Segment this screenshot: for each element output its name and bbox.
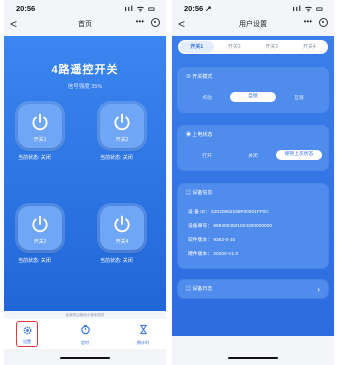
switch-1-label: 开关1 [33,137,47,143]
power-on-state-selector: 打开 关闭 保持上次状态 [184,148,322,162]
device-info-title: ▤ 设备信息 [186,190,213,196]
hourglass-icon [139,324,147,335]
control-panel: 4路遥控开关 信号强度 35% 开关1 当前状态: 关闭 开关2 当前状态: 关… [4,36,166,311]
clock-icon [80,324,90,335]
tab-settings-label: 设置 [23,339,31,344]
status-bar: 20:56 ↗ ııl ᯤ ▭ [172,0,334,14]
more-menu-button[interactable]: ••• [136,17,144,26]
settings-screen: 20:56 ↗ ııl ᯤ ▭ < 用户设置 ••• 开关1 开关2 开关3 开… [172,0,334,365]
close-capsule-button[interactable] [151,18,160,27]
status-icons: ııl ᯤ ▭ [124,4,156,13]
switch-1-status: 当前状态: 关闭 [18,155,51,161]
device-log-title: ▤ 设备日志 [186,286,213,292]
switch-2-status: 当前状态: 关闭 [100,155,133,161]
status-time: 20:56 [16,4,36,13]
tab-countdown[interactable]: 倒计时 [132,321,154,347]
power-on-state-card: ◉ 上电状态 打开 关闭 保持上次状态 [178,126,328,170]
power-icon [114,215,130,233]
switch-3-label: 开关3 [33,239,47,245]
mode-option-inching[interactable]: 点动 [184,94,230,101]
tab-timer[interactable]: 定时 [74,321,96,347]
power-icon [32,113,48,131]
software-version: 软件版本： 9362-0-10 [188,238,236,243]
more-menu-button[interactable]: ••• [304,17,312,26]
tab-switch-3[interactable]: 开关3 [253,43,291,50]
hardware-version: 硬件版本： 20200-V1.0 [188,252,239,257]
switch-2-label: 开关2 [115,137,129,143]
switch-mode-selector: 点动 自锁 互锁 [184,90,322,104]
home-indicator [60,356,110,359]
signal-strength: 信号强度 35% [67,84,103,90]
power-icon [32,215,48,233]
switch-1-button[interactable]: 开关1 [18,104,62,148]
device-info-card: ▤ 设备信息 设 备 ID： 52020862168F00001FF0C 设备串… [178,184,328,268]
switch-4-status: 当前状态: 关闭 [100,258,133,264]
state-option-on[interactable]: 打开 [184,152,230,159]
chevron-right-icon: › [317,285,320,294]
status-time: 20:56 ↗ [184,4,212,13]
gear-icon [23,326,31,335]
settings-panel: 开关1 开关2 开关3 开关4 ⊘ 开关模式 点动 自锁 互锁 ◉ 上电状态 打… [172,36,334,336]
switch-4-label: 开关4 [115,239,129,245]
tab-switch-1[interactable]: 开关1 [178,43,216,50]
switch-3-status: 当前状态: 关闭 [18,258,51,264]
panel-heading: 4路遥控开关 [51,64,119,76]
state-option-keep-last[interactable]: 保持上次状态 [275,150,322,160]
bottom-tab-bar: 设置 定时 倒计时 [4,319,166,349]
status-bar: 20:56 ııl ᯤ ▭ [4,0,166,14]
home-indicator [228,356,278,359]
switch-tabs: 开关1 开关2 开关3 开关4 [178,40,328,54]
home-screen: 20:56 ııl ᯤ ▭ < 首页 ••• 4路遥控开关 信号强度 35% 开… [4,0,166,365]
close-capsule-button[interactable] [319,18,328,27]
tab-timer-label: 定时 [81,340,89,345]
device-id: 设 备 ID： 52020862168F00001FF0C [188,210,269,215]
switch-4-button[interactable]: 开关4 [100,206,144,250]
switch-mode-title: ⊘ 开关模式 [186,74,213,80]
state-option-off[interactable]: 关闭 [230,152,276,159]
power-on-state-title: ◉ 上电状态 [186,132,213,138]
power-icon [114,113,130,131]
status-icons: ııl ᯤ ▭ [292,4,324,13]
nav-bar: < 首页 ••• [4,16,166,32]
mode-option-self-lock[interactable]: 自锁 [229,92,276,102]
switch-2-button[interactable]: 开关2 [100,104,144,148]
switch-mode-card: ⊘ 开关模式 点动 自锁 互锁 [178,68,328,112]
tab-switch-2[interactable]: 开关2 [216,43,254,50]
switch-3-button[interactable]: 开关3 [18,206,62,250]
mode-option-interlock[interactable]: 互锁 [276,94,322,101]
tab-countdown-label: 倒计时 [137,340,149,345]
tab-switch-4[interactable]: 开关4 [291,43,329,50]
device-serial: 设备串号： 9984004501024200000000 [188,224,273,229]
nav-bar: < 用户设置 ••• [172,16,334,32]
tab-settings[interactable]: 设置 [16,321,38,347]
device-log-row[interactable]: ▤ 设备日志 › [178,280,328,298]
service-footnote: 此服务由微信小程序提供 [65,313,105,317]
